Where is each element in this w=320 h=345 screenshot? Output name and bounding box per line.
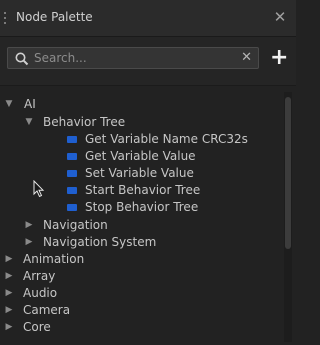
- clear-search-icon[interactable]: ✕: [241, 50, 252, 66]
- search-box[interactable]: ✕: [7, 47, 259, 69]
- tree-item-ai[interactable]: ▼ AI: [0, 96, 280, 113]
- node-icon: [67, 136, 77, 143]
- search-icon: [15, 52, 29, 66]
- node-icon: [67, 204, 77, 211]
- tree-item-audio[interactable]: ▶ Audio: [0, 285, 280, 302]
- collapse-arrow-icon[interactable]: ▶: [23, 217, 35, 234]
- node-label: Start Behavior Tree: [85, 183, 201, 197]
- tree-item-label: Camera: [23, 303, 71, 317]
- node-tree: ▼ AI ▼ Behavior Tree Get Variable Name C…: [0, 86, 296, 345]
- title-bar: Node Palette ✕: [0, 0, 296, 37]
- search-input[interactable]: [34, 48, 234, 68]
- tree-item-label: Array: [23, 269, 56, 283]
- collapse-arrow-icon[interactable]: ▶: [23, 234, 35, 251]
- tree-item-label: Core: [23, 320, 51, 334]
- node-icon: [67, 153, 77, 160]
- toolbar: ✕ +: [0, 37, 296, 86]
- expand-arrow-icon[interactable]: ▼: [23, 114, 35, 131]
- node-item[interactable]: Stop Behavior Tree: [0, 199, 280, 216]
- tree-item-animation[interactable]: ▶ Animation: [0, 251, 280, 268]
- close-icon[interactable]: ✕: [272, 9, 288, 25]
- node-label: Get Variable Value: [85, 149, 196, 163]
- tree-item-navigation-system[interactable]: ▶ Navigation System: [0, 234, 280, 251]
- tree-item-core[interactable]: ▶ Core: [0, 319, 280, 336]
- collapse-arrow-icon[interactable]: ▶: [3, 268, 15, 285]
- node-item[interactable]: Get Variable Name CRC32s: [0, 131, 280, 148]
- tree-item-navigation[interactable]: ▶ Navigation: [0, 217, 280, 234]
- panel-title: Node Palette: [16, 10, 93, 24]
- tree-item-camera[interactable]: ▶ Camera: [0, 302, 280, 319]
- node-icon: [67, 170, 77, 177]
- tree-item-label: Behavior Tree: [43, 115, 126, 129]
- tree-item-label: Audio: [23, 286, 58, 300]
- drag-handle-icon[interactable]: [4, 12, 8, 24]
- tree-item-label: Animation: [23, 252, 85, 266]
- node-label: Get Variable Name CRC32s: [85, 132, 248, 146]
- add-button[interactable]: +: [270, 47, 288, 69]
- collapse-arrow-icon[interactable]: ▶: [3, 319, 15, 336]
- collapse-arrow-icon[interactable]: ▶: [3, 302, 15, 319]
- expand-arrow-icon[interactable]: ▼: [3, 96, 15, 113]
- node-label: Stop Behavior Tree: [85, 200, 199, 214]
- tree-item-array[interactable]: ▶ Array: [0, 268, 280, 285]
- tree-item-label: Navigation System: [43, 235, 157, 249]
- node-icon: [67, 187, 77, 194]
- tree-item-label: Navigation: [43, 218, 108, 232]
- mouse-pointer-icon: [33, 180, 45, 198]
- node-item[interactable]: Get Variable Value: [0, 148, 280, 165]
- collapse-arrow-icon[interactable]: ▶: [3, 285, 15, 302]
- collapse-arrow-icon[interactable]: ▶: [3, 251, 15, 268]
- tree-item-behavior-tree[interactable]: ▼ Behavior Tree: [0, 114, 280, 131]
- tree-item-label: AI: [24, 97, 36, 111]
- node-label: Set Variable Value: [85, 166, 194, 180]
